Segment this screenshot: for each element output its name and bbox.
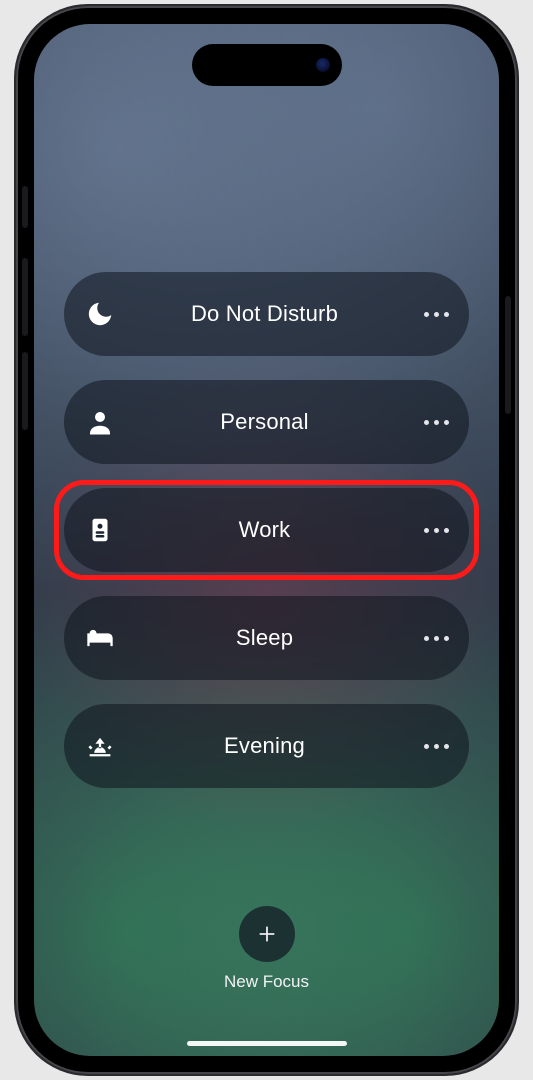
focus-item-evening[interactable]: Evening — [64, 704, 469, 788]
focus-label: Evening — [136, 733, 403, 759]
phone-screen: Do Not Disturb Personal Work — [34, 24, 499, 1056]
focus-item-work[interactable]: Work — [64, 488, 469, 572]
home-indicator[interactable] — [187, 1041, 347, 1046]
moon-icon — [64, 299, 136, 329]
focus-item-sleep[interactable]: Sleep — [64, 596, 469, 680]
badge-icon — [64, 515, 136, 545]
plus-icon — [256, 923, 278, 945]
volume-down[interactable] — [22, 352, 28, 430]
dynamic-island — [192, 44, 342, 86]
ellipsis-icon[interactable] — [403, 528, 469, 533]
focus-label: Personal — [136, 409, 403, 435]
focus-mode-list: Do Not Disturb Personal Work — [64, 272, 469, 788]
new-focus-label: New Focus — [224, 972, 309, 992]
focus-item-do-not-disturb[interactable]: Do Not Disturb — [64, 272, 469, 356]
ellipsis-icon[interactable] — [403, 420, 469, 425]
focus-label: Sleep — [136, 625, 403, 651]
volume-up[interactable] — [22, 258, 28, 336]
ellipsis-icon[interactable] — [403, 636, 469, 641]
ellipsis-icon[interactable] — [403, 744, 469, 749]
person-icon — [64, 407, 136, 437]
bed-icon — [64, 623, 136, 653]
sunset-icon — [64, 731, 136, 761]
power-button[interactable] — [505, 296, 511, 414]
focus-item-personal[interactable]: Personal — [64, 380, 469, 464]
ellipsis-icon[interactable] — [403, 312, 469, 317]
iphone-frame: Do Not Disturb Personal Work — [16, 6, 517, 1074]
focus-label: Work — [136, 517, 403, 543]
new-focus-button[interactable] — [239, 906, 295, 962]
mute-switch[interactable] — [22, 186, 28, 228]
new-focus: New Focus — [34, 906, 499, 992]
focus-label: Do Not Disturb — [136, 301, 403, 327]
